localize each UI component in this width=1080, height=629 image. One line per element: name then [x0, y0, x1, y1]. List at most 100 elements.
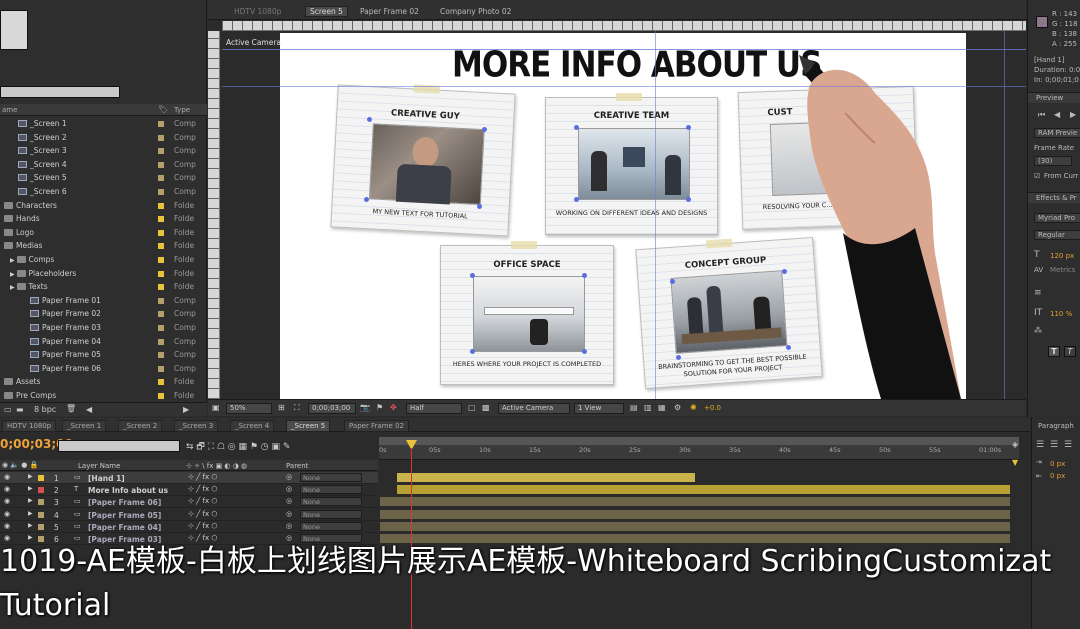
timeline-tab[interactable]: _Screen 5 [286, 420, 331, 432]
fast-previews-icon[interactable]: ▥ [644, 403, 652, 412]
font-family-select[interactable]: Myriad Pro [1034, 213, 1080, 223]
label-color-swatch[interactable] [158, 297, 164, 304]
label-color-swatch[interactable] [158, 379, 164, 386]
guide-line[interactable] [1004, 31, 1005, 399]
project-folder-item[interactable]: ▶ Comps Folde [0, 254, 207, 267]
resolution-select[interactable]: Half [406, 403, 462, 414]
layer-row[interactable]: ◉ ▶ 2 T More Info about us ⊹ ╱ fx ⬡ ◎ None [0, 484, 378, 497]
trash-icon[interactable]: 🗑 [66, 404, 76, 413]
project-comp-item[interactable]: Paper Frame 04 Comp [0, 336, 207, 349]
project-comp-item[interactable]: _Screen 4 Comp [0, 159, 207, 172]
work-area-end-icon[interactable]: ▼ [1012, 458, 1018, 467]
visibility-eye-icon[interactable]: ◉ [4, 473, 10, 481]
project-comp-item[interactable]: Paper Frame 05 Comp [0, 349, 207, 362]
label-color-swatch[interactable] [158, 365, 164, 372]
ram-preview-select[interactable]: RAM Previe [1034, 128, 1080, 138]
vertical-scale-value[interactable]: 110 % [1050, 310, 1072, 318]
interpret-footage-icon[interactable]: ▭ [4, 405, 12, 414]
label-color-swatch[interactable] [158, 352, 164, 359]
project-folder-item[interactable]: ▶ Placeholders Folde [0, 268, 207, 281]
column-type[interactable]: Type [174, 106, 190, 114]
layer-switches[interactable]: ⊹ ╱ fx ⬡ [188, 522, 217, 530]
kerning-value[interactable]: Metrics [1050, 266, 1075, 274]
timeline-tab[interactable]: _Screen 1 [62, 420, 107, 432]
project-comp-item[interactable]: _Screen 6 Comp [0, 186, 207, 199]
handle-dot[interactable] [676, 355, 681, 360]
snapshot-icon[interactable]: 📷 [360, 403, 370, 412]
handle-dot[interactable] [582, 349, 587, 354]
label-color-swatch[interactable] [158, 243, 164, 250]
column-parent[interactable]: Parent [286, 462, 308, 470]
project-comp-item[interactable]: _Screen 5 Comp [0, 172, 207, 185]
expand-triangle-icon[interactable]: ▶ [10, 257, 17, 264]
space-before-value[interactable]: 0 px [1050, 472, 1065, 480]
timeline-tab[interactable]: _Screen 3 [174, 420, 219, 432]
frame-rate-select[interactable]: (30) [1034, 156, 1072, 166]
parent-pickwhip-icon[interactable]: ◎ [286, 497, 292, 505]
handle-dot[interactable] [574, 125, 579, 130]
layer-duration-bar[interactable] [380, 497, 1010, 507]
layer-label-swatch[interactable] [38, 523, 44, 530]
label-column-icon[interactable]: 🏷 [158, 105, 168, 114]
project-folder-item[interactable]: Medias Folde [0, 240, 207, 253]
paragraph-label[interactable]: Paragraph [1038, 422, 1074, 430]
parent-pickwhip-icon[interactable]: ◎ [286, 510, 292, 518]
layer-label-swatch[interactable] [38, 487, 44, 494]
expand-triangle-icon[interactable]: ▶ [28, 473, 33, 480]
font-style-select[interactable]: Regular [1034, 230, 1080, 240]
layer-row[interactable]: ◉ ▶ 3 ▭ [Paper Frame 06] ⊹ ╱ fx ⬡ ◎ None [0, 496, 378, 509]
layer-name[interactable]: [Paper Frame 05] [88, 511, 161, 520]
views-select[interactable]: 1 View [574, 403, 624, 414]
layer-track[interactable] [380, 472, 1010, 483]
switches-icons[interactable]: ⊹ ✧ \ fx ▣ ◐ ◑ ◍ [186, 462, 247, 470]
project-comp-item[interactable]: _Screen 1 Comp [0, 118, 207, 131]
layer-track[interactable] [380, 496, 1010, 507]
expand-triangle-icon[interactable]: ▶ [28, 497, 33, 504]
font-size-value[interactable]: 120 px [1050, 252, 1074, 260]
column-name[interactable]: ame [2, 106, 17, 114]
parent-select[interactable]: None [300, 509, 362, 519]
layer-label-swatch[interactable] [38, 475, 44, 481]
label-color-swatch[interactable] [158, 338, 164, 345]
comp-button-icon[interactable]: ◈ [1012, 440, 1018, 449]
indent-left-value[interactable]: 0 px [1050, 460, 1065, 468]
project-comp-item[interactable]: _Screen 3 Comp [0, 145, 207, 158]
preview-label[interactable]: Preview [1036, 94, 1063, 102]
handle-dot[interactable] [364, 197, 369, 202]
label-color-swatch[interactable] [158, 311, 164, 318]
show-snapshot-icon[interactable]: ⚑ [376, 403, 383, 412]
label-color-swatch[interactable] [158, 202, 164, 209]
timeline-search-input[interactable] [58, 440, 180, 452]
effects-label[interactable]: Effects & Pr [1036, 194, 1077, 202]
exposure-icon[interactable]: ✺ [690, 403, 697, 412]
toggle-pixel-aspect-icon[interactable]: ▤ [630, 403, 638, 412]
grid-icon[interactable]: ⛶ [294, 403, 300, 413]
layer-label-swatch[interactable] [38, 511, 44, 518]
layer-name[interactable]: [Hand 1] [88, 474, 125, 483]
label-color-swatch[interactable] [158, 270, 164, 277]
timeline-tab[interactable]: _Screen 4 [230, 420, 275, 432]
handle-dot[interactable] [686, 125, 691, 130]
label-color-swatch[interactable] [158, 189, 164, 195]
scroll-right-icon[interactable]: ▶ [183, 405, 189, 414]
project-comp-item[interactable]: Paper Frame 02 Comp [0, 308, 207, 321]
layer-name[interactable]: [Paper Frame 06] [88, 498, 161, 507]
label-color-swatch[interactable] [158, 393, 164, 399]
layer-row[interactable]: ◉ ▶ 1 ▭ [Hand 1] ⊹ ╱ fx ⬡ ◎ None [0, 472, 378, 484]
transparency-grid-icon[interactable]: ▩ [482, 403, 490, 412]
layer-switches[interactable]: ⊹ ╱ fx ⬡ [188, 485, 217, 493]
layer-duration-bar[interactable] [380, 509, 1010, 519]
layer-row[interactable]: ◉ ▶ 5 ▭ [Paper Frame 04] ⊹ ╱ fx ⬡ ◎ None [0, 521, 378, 533]
scroll-left-icon[interactable]: ◀ [86, 405, 92, 414]
handle-dot[interactable] [367, 117, 372, 122]
tab-company-photo-02[interactable]: Company Photo 02 [440, 7, 511, 16]
label-color-swatch[interactable] [158, 134, 164, 141]
project-folder-item[interactable]: Characters Folde [0, 200, 207, 213]
parent-pickwhip-icon[interactable]: ◎ [286, 522, 292, 530]
card-office-space[interactable]: OFFICE SPACE HERES WHERE YOUR PROJECT IS… [440, 241, 614, 385]
guide-line[interactable] [222, 49, 1026, 50]
project-comp-item[interactable]: _Screen 2 Comp [0, 132, 207, 145]
visibility-eye-icon[interactable]: ◉ [4, 485, 10, 493]
expand-triangle-icon[interactable]: ▶ [28, 522, 33, 529]
project-comp-item[interactable]: Paper Frame 01 Comp [0, 295, 207, 308]
